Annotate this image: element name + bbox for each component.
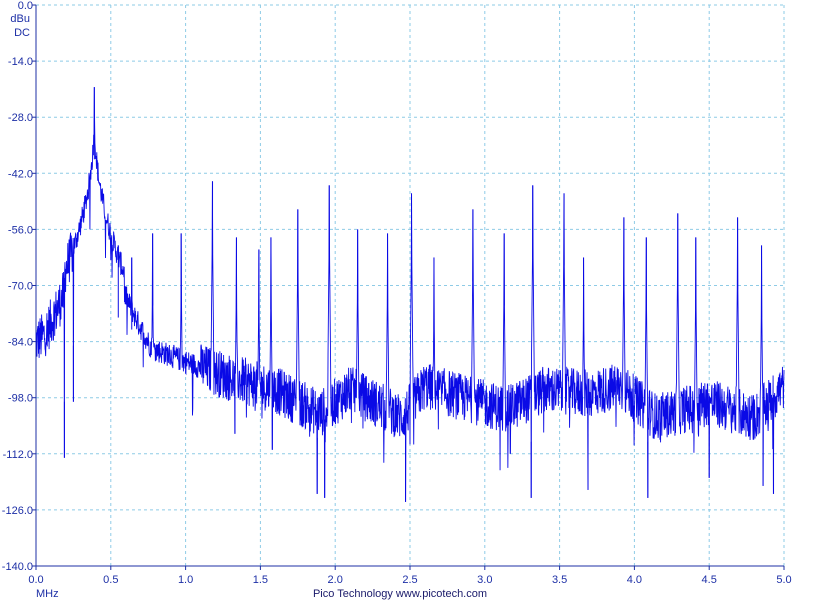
credit-label: Pico Technology www.picotech.com — [313, 588, 487, 600]
x-tick-label: 1.0 — [178, 574, 193, 586]
x-tick-label: 0.0 — [28, 574, 43, 586]
y-tick-label: -42.0 — [8, 168, 33, 180]
x-tick-label: 5.0 — [776, 574, 791, 586]
x-unit-label: MHz — [36, 588, 59, 600]
x-tick-label: 1.5 — [253, 574, 268, 586]
y-tick-label: -84.0 — [8, 337, 33, 349]
y-tick-label: -70.0 — [8, 281, 33, 293]
x-tick-label: 0.5 — [103, 574, 118, 586]
spectrum-chart: 0.0 -14.0 -28.0 -42.0 -56.0 -70.0 -84.0 -98.0 -1… — [2, 0, 792, 600]
y-coupling-label: DC — [14, 27, 30, 39]
y-unit-label: dBu — [10, 13, 30, 25]
x-tick-label: 4.5 — [702, 574, 717, 586]
x-tick-label: 4.0 — [627, 574, 642, 586]
y-tick-label: -126.0 — [2, 505, 33, 517]
x-tick-labels: 0.0 0.5 1.0 1.5 2.0 2.5 3.0 3.5 4.0 4.5 5.0 — [28, 574, 791, 586]
y-tick-label: -98.0 — [8, 393, 33, 405]
x-tick-label: 3.5 — [552, 574, 567, 586]
y-tick-label: 0.0 — [18, 0, 33, 12]
y-tick-label: -140.0 — [2, 561, 33, 573]
x-tick-label: 3.0 — [477, 574, 492, 586]
y-tick-label: -14.0 — [8, 56, 33, 68]
y-tick-label: -28.0 — [8, 112, 33, 124]
x-tick-label: 2.0 — [328, 574, 343, 586]
y-tick-label: -56.0 — [8, 224, 33, 236]
x-tick-label: 2.5 — [402, 574, 417, 586]
y-tick-labels: 0.0 -14.0 -28.0 -42.0 -56.0 -70.0 -84.0 -98.0 -1… — [2, 0, 33, 573]
y-tick-label: -112.0 — [3, 449, 33, 461]
